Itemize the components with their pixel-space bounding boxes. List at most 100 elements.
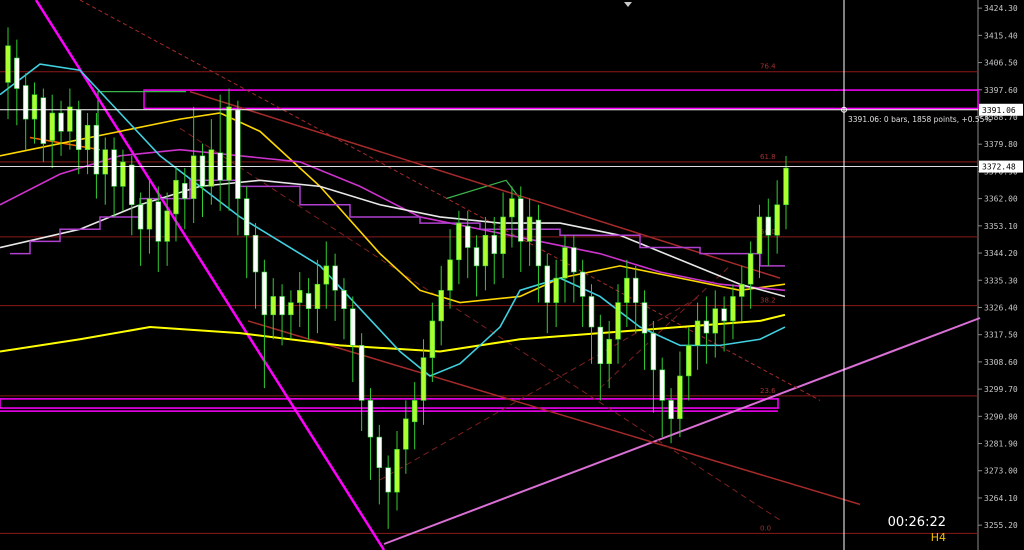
candle-body [146,198,153,230]
price-chart[interactable]: 3424.303415.403406.503397.603388.703379.… [0,0,1024,550]
y-tick-label: 3379.80 [984,140,1018,149]
candle-body [420,357,427,401]
candle-body [765,216,772,236]
candle-body [668,400,674,420]
candle-body [314,283,321,309]
y-tick-label: 3317.50 [984,331,1018,340]
crosshair-info-text: 3391.06: 0 bars, 1858 points, +0.55% [848,115,992,124]
step-indicator-line [10,179,785,267]
candle-body [243,198,250,236]
candle-body [491,235,497,254]
candle-body [526,216,533,242]
chart-container[interactable]: 3424.30 3415.40 3406.50 3397.60 3388.70 3379.… [0,0,1024,550]
candle-body [270,296,276,316]
candle-body [473,247,480,267]
candle-body [588,296,595,328]
candle-body [730,296,736,322]
candle-body [137,204,144,230]
y-tick-label: 3362.00 [984,195,1018,204]
candle-body [75,109,82,151]
candle-body [394,449,400,493]
candle-body [102,149,108,175]
candle-body [5,45,11,83]
candle-body [456,222,462,261]
fibo-level-label: 23.6 [760,387,776,395]
candle-body [252,235,259,273]
candle-body [173,179,179,215]
y-tick-label: 3299.70 [984,385,1018,394]
candle-body [385,467,391,493]
candle-body [464,225,471,248]
y-tick-label: 3290.80 [984,412,1018,421]
price-tag-label: 3372.48 [982,163,1016,172]
candle-body [350,308,356,346]
candle-body [774,204,780,236]
fibo-level-label: 61.8 [760,153,776,161]
candle-body [49,112,55,141]
candle-body [544,265,551,303]
candle-body [739,283,745,297]
candle-body [747,253,754,285]
candle-body [518,198,524,242]
candle-body [571,247,577,273]
candle-body [553,277,559,303]
candle-body [190,155,197,199]
candle-body [323,265,330,285]
zone-outline [445,179,521,200]
shift-marker-icon [624,2,632,7]
candle-body [164,210,170,242]
candle-body [226,106,232,181]
y-tick-label: 3335.30 [984,276,1018,285]
magenta-trendline [34,0,386,550]
candle-body [261,271,268,316]
candle-body [155,201,162,242]
candle-body [694,320,701,346]
timeframe-label: H4 [930,531,946,544]
red-trendline-lower [247,320,861,506]
candle-body [641,302,648,334]
candle-timer: 00:26:22 [887,515,946,530]
candle-body [358,345,365,401]
candle-body [677,375,683,420]
candle-body [40,97,47,144]
candle-body [111,149,117,187]
y-tick-label: 3264.10 [984,494,1018,503]
candle-body [650,332,657,371]
candle-body [199,155,206,187]
candle-body [562,247,568,279]
candle-body [14,57,20,89]
resistance-zone-rect [143,89,979,110]
candle-body [341,290,347,309]
candle-body [305,293,312,309]
candle-body [403,418,409,450]
ma-200-line [0,313,786,353]
candle-body [624,277,630,303]
candle-body [297,290,303,303]
y-tick-label: 3406.50 [984,59,1018,68]
y-tick-label: 3344.20 [984,249,1018,258]
y-tick-label: 3281.90 [984,440,1018,449]
dashed-channel-line [79,0,821,401]
candle-body [509,198,515,218]
candle-body [500,216,506,254]
fibo-level-label: 38.2 [760,297,776,305]
candle-body [659,369,665,401]
dashed-channel-line [379,296,701,481]
y-tick-label: 3308.60 [984,358,1018,367]
candle-body [129,164,135,206]
ma-50-line [0,148,786,292]
candle-body [606,338,612,365]
candle-body [58,112,64,132]
candle-body [288,302,294,316]
y-tick-label: 3353.10 [984,222,1018,231]
candle-body [721,308,727,322]
ma-white-line [0,179,786,298]
candle-body [67,106,73,132]
candle-body [376,436,383,468]
candle-body [756,216,763,254]
candle-body [447,259,453,291]
candle-body [703,320,710,334]
candle-body [235,109,241,199]
candle-body [367,400,374,438]
candle-body [632,277,639,303]
